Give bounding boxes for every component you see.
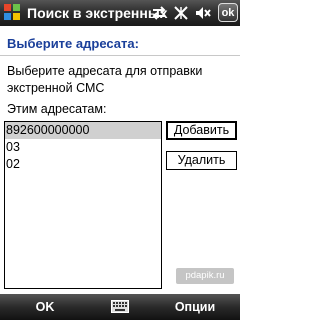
description-text: Выберите адресата для отправки экстренно…	[7, 64, 203, 95]
mute-speaker-icon[interactable]	[194, 4, 212, 22]
softkey-bar: OK Опции	[0, 294, 240, 320]
title-bar: Поиск в экстренных ok	[0, 0, 240, 26]
keyboard-icon[interactable]	[111, 300, 129, 313]
sync-arrows-icon[interactable]	[150, 4, 168, 22]
header-divider	[0, 55, 240, 56]
ok-button[interactable]: ok	[218, 3, 238, 22]
options-softkey[interactable]: Опции	[150, 294, 240, 320]
window-title: Поиск в экстренных	[27, 5, 168, 21]
watermark: pdapik.ru	[176, 268, 234, 284]
list-item[interactable]: 892600000000	[5, 122, 161, 139]
list-item[interactable]: 02	[5, 156, 161, 173]
no-signal-icon[interactable]	[172, 4, 190, 22]
recipients-label: Этим адресатам:	[7, 102, 107, 116]
windows-logo-icon[interactable]	[4, 4, 21, 21]
remove-button[interactable]: Удалить	[166, 151, 237, 170]
add-button[interactable]: Добавить	[166, 121, 237, 140]
left-softkey[interactable]: OK	[0, 294, 90, 320]
page-title: Выберите адресата:	[7, 36, 139, 51]
list-item[interactable]: 03	[5, 139, 161, 156]
recipients-list[interactable]: 892600000000 03 02	[4, 121, 162, 289]
